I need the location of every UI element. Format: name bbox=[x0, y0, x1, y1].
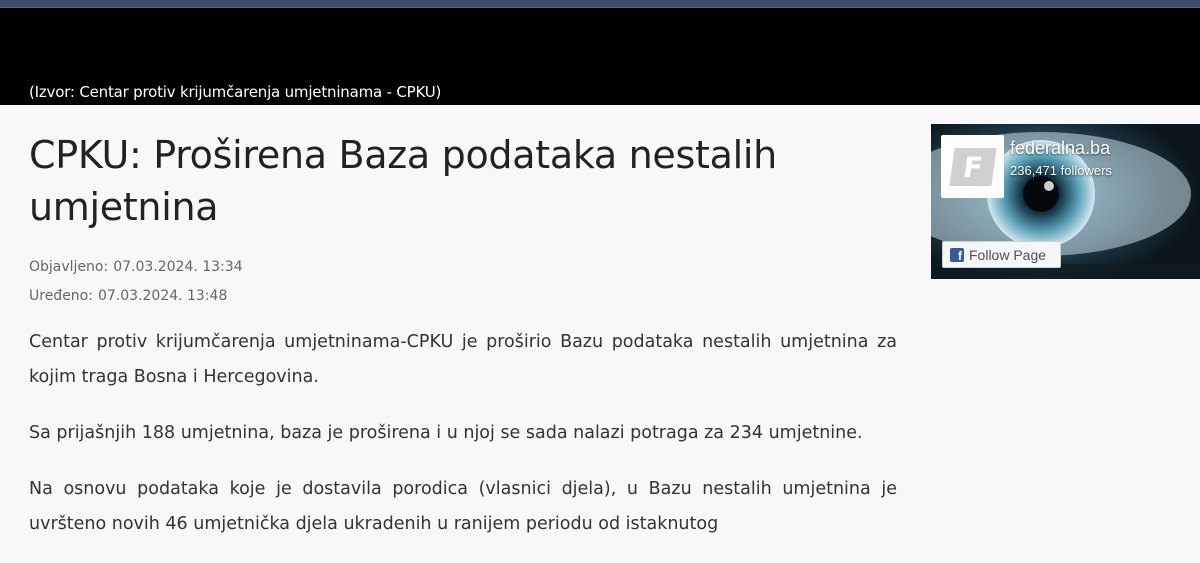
article-body: Centar protiv krijumčarenja umjetninama-… bbox=[29, 325, 897, 542]
edited-date: 07.03.2024. 13:48 bbox=[97, 288, 228, 304]
article-title: CPKU: Proširena Baza podataka nestalih u… bbox=[29, 133, 777, 229]
page-name-link[interactable]: federalna.ba bbox=[1010, 138, 1110, 159]
article: CPKU: Proširena Baza podataka nestalih u… bbox=[29, 105, 897, 563]
logo-letter: F bbox=[948, 147, 997, 186]
browser-top-strip bbox=[0, 0, 1200, 8]
article-paragraph: Sa prijašnjih 188 umjetnina, baza je pro… bbox=[29, 423, 863, 443]
article-paragraph: Centar protiv krijumčarenja umjetninama-… bbox=[29, 332, 897, 387]
published-date: 07.03.2024. 13:34 bbox=[113, 259, 243, 275]
page-logo[interactable]: F bbox=[941, 135, 1004, 198]
follow-page-label: Follow Page bbox=[969, 246, 1047, 263]
image-caption: (Izvor: Centar protiv krijumčarenja umje… bbox=[29, 83, 442, 101]
followers-count: 236,471 followers bbox=[1010, 163, 1112, 178]
facebook-icon: f bbox=[950, 247, 964, 262]
facebook-page-widget[interactable]: F federalna.ba 236,471 followers f Follo… bbox=[931, 124, 1200, 279]
published-label: Objavljeno: bbox=[29, 259, 109, 275]
edited-line: Uređeno: 07.03.2024. 13:48 bbox=[29, 282, 897, 311]
published-line: Objavljeno: 07.03.2024. 13:34 bbox=[29, 253, 897, 282]
article-paragraph: Na osnovu podataka koje je dostavila por… bbox=[29, 479, 897, 534]
edited-label: Uređeno: bbox=[29, 288, 93, 304]
follow-page-button[interactable]: f Follow Page bbox=[942, 241, 1061, 268]
image-caption-bar: (Izvor: Centar protiv krijumčarenja umje… bbox=[0, 8, 1200, 105]
article-meta: Objavljeno: 07.03.2024. 13:34 Uređeno: 0… bbox=[29, 253, 897, 311]
